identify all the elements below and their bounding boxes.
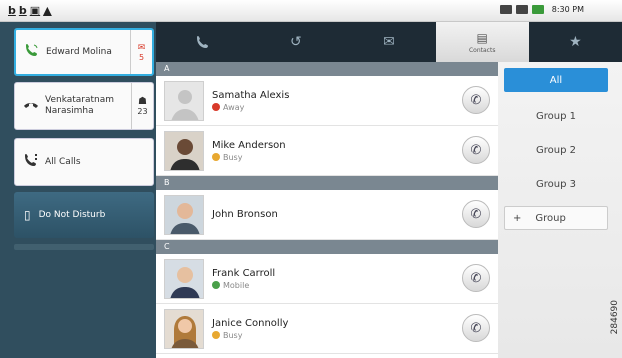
contact-status: Away <box>223 102 245 112</box>
contact-name: Frank Carroll <box>212 267 276 279</box>
tab-bar: ↺ ✉ ▤ Contacts ★ <box>156 22 622 62</box>
tab-recents[interactable]: ↺ <box>249 22 342 62</box>
contact-row[interactable]: Janice Connolly Busy ✆ <box>156 304 498 354</box>
call-name: Venkataratnam Narasimha <box>45 95 115 116</box>
battery-icon <box>531 5 544 14</box>
contact-row[interactable]: Samatha Alexis Away ✆ <box>156 76 498 126</box>
star-icon: ★ <box>569 34 582 50</box>
voicemail-badge[interactable]: ✉ 5 <box>130 30 152 74</box>
tab-label: Contacts <box>468 46 496 54</box>
do-not-disturb-button[interactable]: ▯ Do Not Disturb <box>14 192 154 238</box>
clock: 8:30 PM <box>551 5 584 14</box>
section-header: B <box>156 176 498 190</box>
storage-icon <box>515 5 528 14</box>
calls-sidebar: Edward Molina ✉ 5 Venkataratnam Narasimh… <box>0 22 156 358</box>
group-item[interactable]: Group 3 <box>504 172 608 196</box>
presence-away-icon <box>212 103 220 111</box>
held-call-icon <box>21 96 41 116</box>
call-name: Edward Molina <box>46 46 112 57</box>
call-name: All Calls <box>45 156 81 167</box>
voicemail-icon: ✉ <box>383 34 395 50</box>
contact-status: Busy <box>223 152 243 162</box>
group-item[interactable]: Group 2 <box>504 138 608 162</box>
call-button[interactable]: ✆ <box>462 136 490 164</box>
status-bar: b b ▣ ▲ 8:30 PM <box>0 0 622 22</box>
contact-row[interactable]: Frank Carroll Mobile ✆ <box>156 254 498 304</box>
phone-icon: ✆ <box>470 142 482 158</box>
phone-icon: ✆ <box>470 320 482 336</box>
contact-name: Samatha Alexis <box>212 89 290 101</box>
group-item[interactable]: Group 1 <box>504 104 608 128</box>
call-button[interactable]: ✆ <box>462 200 490 228</box>
call-button[interactable]: ✆ <box>462 86 490 114</box>
phone-icon: ✆ <box>470 270 482 286</box>
avatar <box>164 258 204 299</box>
add-group-button[interactable]: + Group <box>504 206 608 230</box>
all-calls-button[interactable]: All Calls <box>14 138 154 186</box>
avatar <box>164 308 204 349</box>
tab-dialer[interactable] <box>156 22 249 62</box>
contact-name: John Bronson <box>212 209 278 220</box>
call-card-venkataratnam[interactable]: Venkataratnam Narasimha ☗ 23 <box>14 82 154 130</box>
groups-panel: All Group 1 Group 2 Group 3 + Group <box>498 62 622 358</box>
divider <box>14 244 154 250</box>
contact-status: Mobile <box>223 280 250 290</box>
contact-name: Janice Connolly <box>212 317 289 329</box>
avatar <box>164 194 204 235</box>
user-icon: ☗ <box>138 96 147 107</box>
figure-id: 284690 <box>610 300 620 335</box>
tab-favorites[interactable]: ★ <box>529 22 622 62</box>
all-calls-icon <box>21 152 41 172</box>
b-icon: b <box>18 4 27 17</box>
group-all-button[interactable]: All <box>504 68 608 92</box>
contacts-list: A Samatha Alexis Away ✆ Mike Anderson Bu… <box>156 62 498 358</box>
tab-voicemail[interactable]: ✉ <box>342 22 435 62</box>
phone-icon <box>196 36 208 48</box>
presence-busy-icon <box>212 331 220 339</box>
tab-contacts[interactable]: ▤ Contacts <box>435 22 529 62</box>
badge-count: 23 <box>137 107 148 116</box>
network-icon <box>499 5 512 14</box>
contact-name: Mike Anderson <box>212 139 286 151</box>
history-icon: ↺ <box>289 34 302 50</box>
warning-icon: ▲ <box>43 4 52 17</box>
avatar-placeholder <box>164 80 204 121</box>
section-header: C <box>156 240 498 254</box>
phone-icon: ✆ <box>470 206 482 222</box>
contacts-icon: ▤ <box>476 30 488 45</box>
call-button[interactable]: ✆ <box>462 314 490 342</box>
contact-status: Busy <box>223 330 243 340</box>
contact-row[interactable]: Mike Anderson Busy ✆ <box>156 126 498 176</box>
presence-busy-icon <box>212 153 220 161</box>
active-call-icon <box>22 42 42 62</box>
avatar <box>164 130 204 171</box>
voicemail-icon: ✉ <box>137 42 146 53</box>
call-card-edward[interactable]: Edward Molina ✉ 5 <box>14 28 154 76</box>
plus-icon: + <box>513 212 522 224</box>
signal-icon: ▣ <box>29 4 41 17</box>
section-header: A <box>156 62 498 76</box>
contact-row[interactable]: John Bronson ✆ <box>156 190 498 240</box>
badge-count: 5 <box>138 52 145 62</box>
presence-mobile-icon <box>212 281 220 289</box>
phone-icon: ✆ <box>470 92 482 108</box>
call-button[interactable]: ✆ <box>462 264 490 292</box>
participants-badge[interactable]: ☗ 23 <box>131 83 153 129</box>
dnd-icon: ▯ <box>24 208 31 222</box>
dnd-label: Do Not Disturb <box>38 210 106 220</box>
b-icon: b <box>8 4 16 17</box>
add-group-label: Group <box>535 212 566 224</box>
